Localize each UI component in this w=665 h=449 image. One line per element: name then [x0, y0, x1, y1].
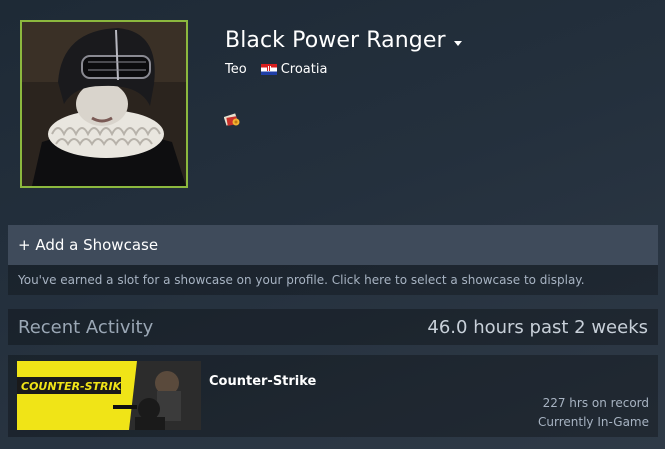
country-name: Croatia	[280, 62, 328, 77]
game-capsule[interactable]: COUNTER-STRIKE	[17, 361, 201, 430]
add-showcase-button[interactable]: + Add a Showcase	[8, 225, 658, 265]
avatar[interactable]	[20, 20, 188, 188]
croatia-flag-icon	[260, 64, 277, 75]
recent-hours-summary: 46.0 hours past 2 weeks	[427, 316, 648, 338]
game-activity-row: COUNTER-STRIKE Counter-Strike 227 hrs on…	[8, 355, 658, 437]
chevron-down-icon[interactable]	[453, 40, 462, 46]
persona-name: Black Power Ranger	[225, 28, 462, 53]
persona-name-text: Black Power Ranger	[225, 28, 446, 53]
add-showcase-panel[interactable]: + Add a Showcase You've earned a slot fo…	[8, 225, 658, 295]
game-status: Currently In-Game	[538, 415, 649, 429]
profile-subline: Teo Croatia	[225, 62, 327, 77]
showcase-description[interactable]: You've earned a slot for a showcase on y…	[8, 265, 658, 295]
game-name[interactable]: Counter-Strike	[209, 374, 316, 389]
recent-activity-title: Recent Activity	[18, 316, 154, 338]
recent-activity-header: Recent Activity 46.0 hours past 2 weeks	[8, 309, 658, 345]
game-hours: 227 hrs on record	[542, 396, 649, 410]
game-capsule-art: COUNTER-STRIKE	[17, 361, 201, 430]
badge-icon[interactable]	[224, 112, 241, 128]
avatar-image	[22, 22, 186, 186]
game-capsule-logo: COUNTER-STRIKE	[21, 380, 129, 393]
real-name: Teo	[225, 62, 247, 77]
profile-header: Black Power Ranger Teo Croatia	[0, 0, 665, 215]
